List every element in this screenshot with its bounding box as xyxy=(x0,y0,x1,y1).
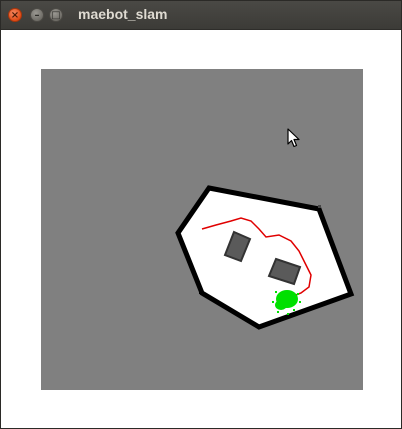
close-icon[interactable]: × xyxy=(8,8,22,22)
maximize-icon[interactable]: □ xyxy=(49,8,63,22)
wall-speck xyxy=(199,290,203,294)
title-bar[interactable]: × – □ maebot_slam xyxy=(1,1,401,30)
wall-speck xyxy=(256,324,259,327)
slam-map[interactable] xyxy=(41,69,363,390)
app-window: × – □ maebot_slam xyxy=(0,0,402,429)
mouse-pointer-icon xyxy=(287,128,300,148)
minimize-icon[interactable]: – xyxy=(30,8,44,22)
wall-speck xyxy=(318,205,321,208)
window-title: maebot_slam xyxy=(78,6,168,22)
